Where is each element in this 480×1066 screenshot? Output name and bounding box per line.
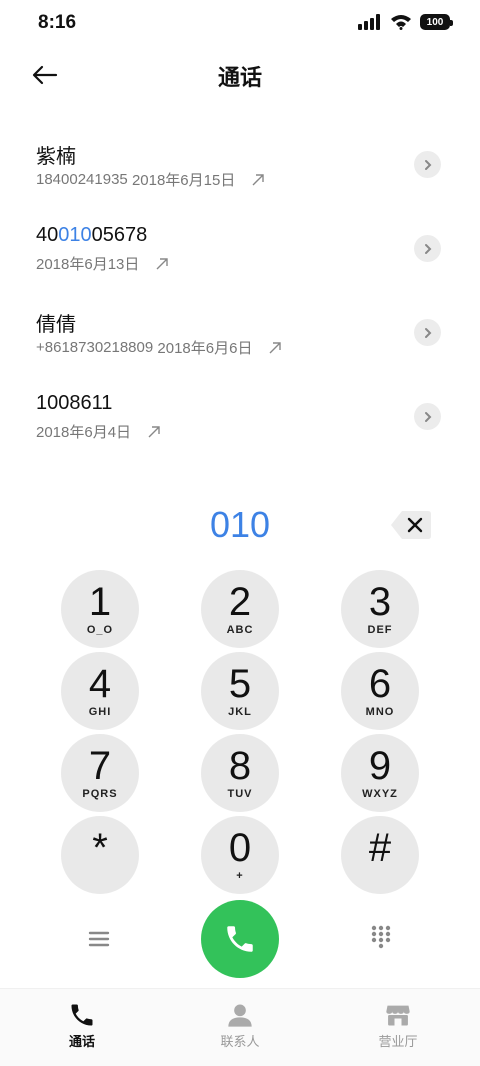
key-letters: DEF: [367, 623, 393, 636]
call-name: 1008611: [36, 392, 112, 415]
backspace-icon: [391, 511, 431, 539]
call-button[interactable]: [201, 900, 279, 978]
key-7[interactable]: 7 PQRS: [61, 734, 139, 812]
battery-level: 100: [426, 16, 444, 28]
phone-icon: [227, 926, 253, 952]
key-digit: 6: [368, 661, 392, 706]
key-digit: 9: [368, 743, 392, 788]
key-4[interactable]: 4 GHI: [61, 652, 139, 730]
key-9[interactable]: 9 WXYZ: [341, 734, 419, 812]
key-letters: WXYZ: [362, 787, 398, 800]
key-letters: PQRS: [82, 787, 118, 800]
key-digit: #: [368, 825, 392, 870]
key-digit: 8: [228, 743, 252, 788]
dial-action-row: [0, 900, 480, 978]
key-6[interactable]: 6 MNO: [341, 652, 419, 730]
phone-icon: [71, 1004, 93, 1026]
call-name-text: 40: [36, 224, 59, 246]
call-name-text: 倩倩: [36, 314, 76, 336]
call-name-highlight: 010: [58, 224, 92, 246]
signal-icon: [358, 14, 380, 30]
call-name-text: 1008611: [36, 392, 113, 414]
key-letters: ABC: [226, 623, 254, 636]
store-icon: [386, 1005, 410, 1026]
key-letters: MNO: [365, 705, 395, 718]
key-digit: 1: [88, 579, 112, 624]
page-title: 通话: [217, 65, 262, 90]
key-star[interactable]: *: [61, 816, 139, 894]
call-name-text: 紫楠: [36, 146, 76, 168]
key-digit: *: [92, 825, 108, 870]
call-details: 18400241935 2018年6月15日: [36, 169, 265, 190]
call-detail-button[interactable]: [414, 151, 441, 178]
status-bar: 8:16 100: [0, 0, 480, 48]
call-date: 2018年6月13日: [36, 256, 140, 273]
key-8[interactable]: 8 TUV: [201, 734, 279, 812]
outgoing-call-icon: [156, 257, 169, 269]
chevron-right-icon: [424, 159, 431, 170]
call-name: 4001005678: [36, 224, 147, 247]
menu-icon: [88, 931, 110, 947]
call-detail-button[interactable]: [414, 403, 441, 430]
key-3[interactable]: 3 DEF: [341, 570, 419, 648]
key-digit: 2: [228, 579, 252, 624]
key-digit: 5: [228, 661, 252, 706]
call-date: 2018年6月4日: [36, 424, 132, 441]
chevron-right-icon: [424, 411, 431, 422]
call-log-item[interactable]: 紫楠 18400241935 2018年6月15日: [0, 124, 480, 208]
key-digit: 4: [88, 661, 112, 706]
tab-calls[interactable]: 通话: [2, 989, 162, 1066]
call-log-item[interactable]: 倩倩 +8618730218809 2018年6月6日: [0, 292, 480, 376]
chevron-right-icon: [424, 243, 431, 254]
status-icons: 100: [358, 14, 453, 30]
call-date: 2018年6月15日: [131, 172, 236, 189]
key-digit: 7: [88, 743, 112, 788]
tab-contacts[interactable]: 联系人: [160, 989, 320, 1066]
menu-button[interactable]: [84, 924, 114, 954]
key-letters: O_O: [86, 623, 114, 636]
outgoing-call-icon: [252, 173, 265, 185]
call-details: 2018年6月4日: [36, 421, 161, 442]
call-detail-button[interactable]: [414, 235, 441, 262]
call-number: +8618730218809: [36, 339, 154, 356]
call-date: 2018年6月6日: [157, 340, 253, 357]
outgoing-call-icon: [148, 425, 160, 437]
bottom-tab-bar: 通话 联系人 营业厅: [0, 988, 480, 1066]
key-digit: 3: [368, 579, 392, 624]
key-digit: 0: [228, 825, 252, 870]
outgoing-call-icon: [269, 341, 282, 353]
tab-store[interactable]: 营业厅: [318, 989, 478, 1066]
key-0[interactable]: 0 +: [201, 816, 279, 894]
key-letters: JKL: [228, 705, 252, 718]
call-name: 紫楠: [36, 140, 76, 169]
call-name-text: 05678: [91, 224, 148, 246]
tab-label: 通话: [68, 1034, 95, 1049]
call-number: 18400241935: [36, 171, 128, 188]
key-5[interactable]: 5 JKL: [201, 652, 279, 730]
wifi-icon: [391, 15, 411, 30]
key-2[interactable]: 2 ABC: [201, 570, 279, 648]
tab-label: 营业厅: [378, 1034, 418, 1049]
status-time: 8:16: [38, 12, 77, 33]
call-name: 倩倩: [36, 308, 76, 337]
dialpad-toggle-button[interactable]: [366, 922, 396, 952]
call-log-list: 紫楠 18400241935 2018年6月15日 4001005678 201…: [0, 124, 480, 460]
dialpad-icon: [371, 925, 391, 949]
call-log-item[interactable]: 1008611 2018年6月4日: [0, 376, 480, 460]
header: 通话: [0, 50, 480, 98]
call-details: 2018年6月13日: [36, 253, 169, 274]
key-letters: GHI: [88, 705, 112, 718]
key-hash[interactable]: #: [341, 816, 419, 894]
key-letters: +: [236, 869, 244, 882]
battery-icon: 100: [420, 14, 453, 30]
backspace-button[interactable]: [390, 509, 432, 541]
contacts-icon: [228, 1004, 252, 1027]
call-log-item[interactable]: 4001005678 2018年6月13日: [0, 208, 480, 292]
chevron-right-icon: [424, 327, 431, 338]
call-details: +8618730218809 2018年6月6日: [36, 337, 282, 358]
tab-label: 联系人: [220, 1034, 260, 1049]
call-detail-button[interactable]: [414, 319, 441, 346]
key-1[interactable]: 1 O_O: [61, 570, 139, 648]
key-letters: TUV: [227, 787, 253, 800]
